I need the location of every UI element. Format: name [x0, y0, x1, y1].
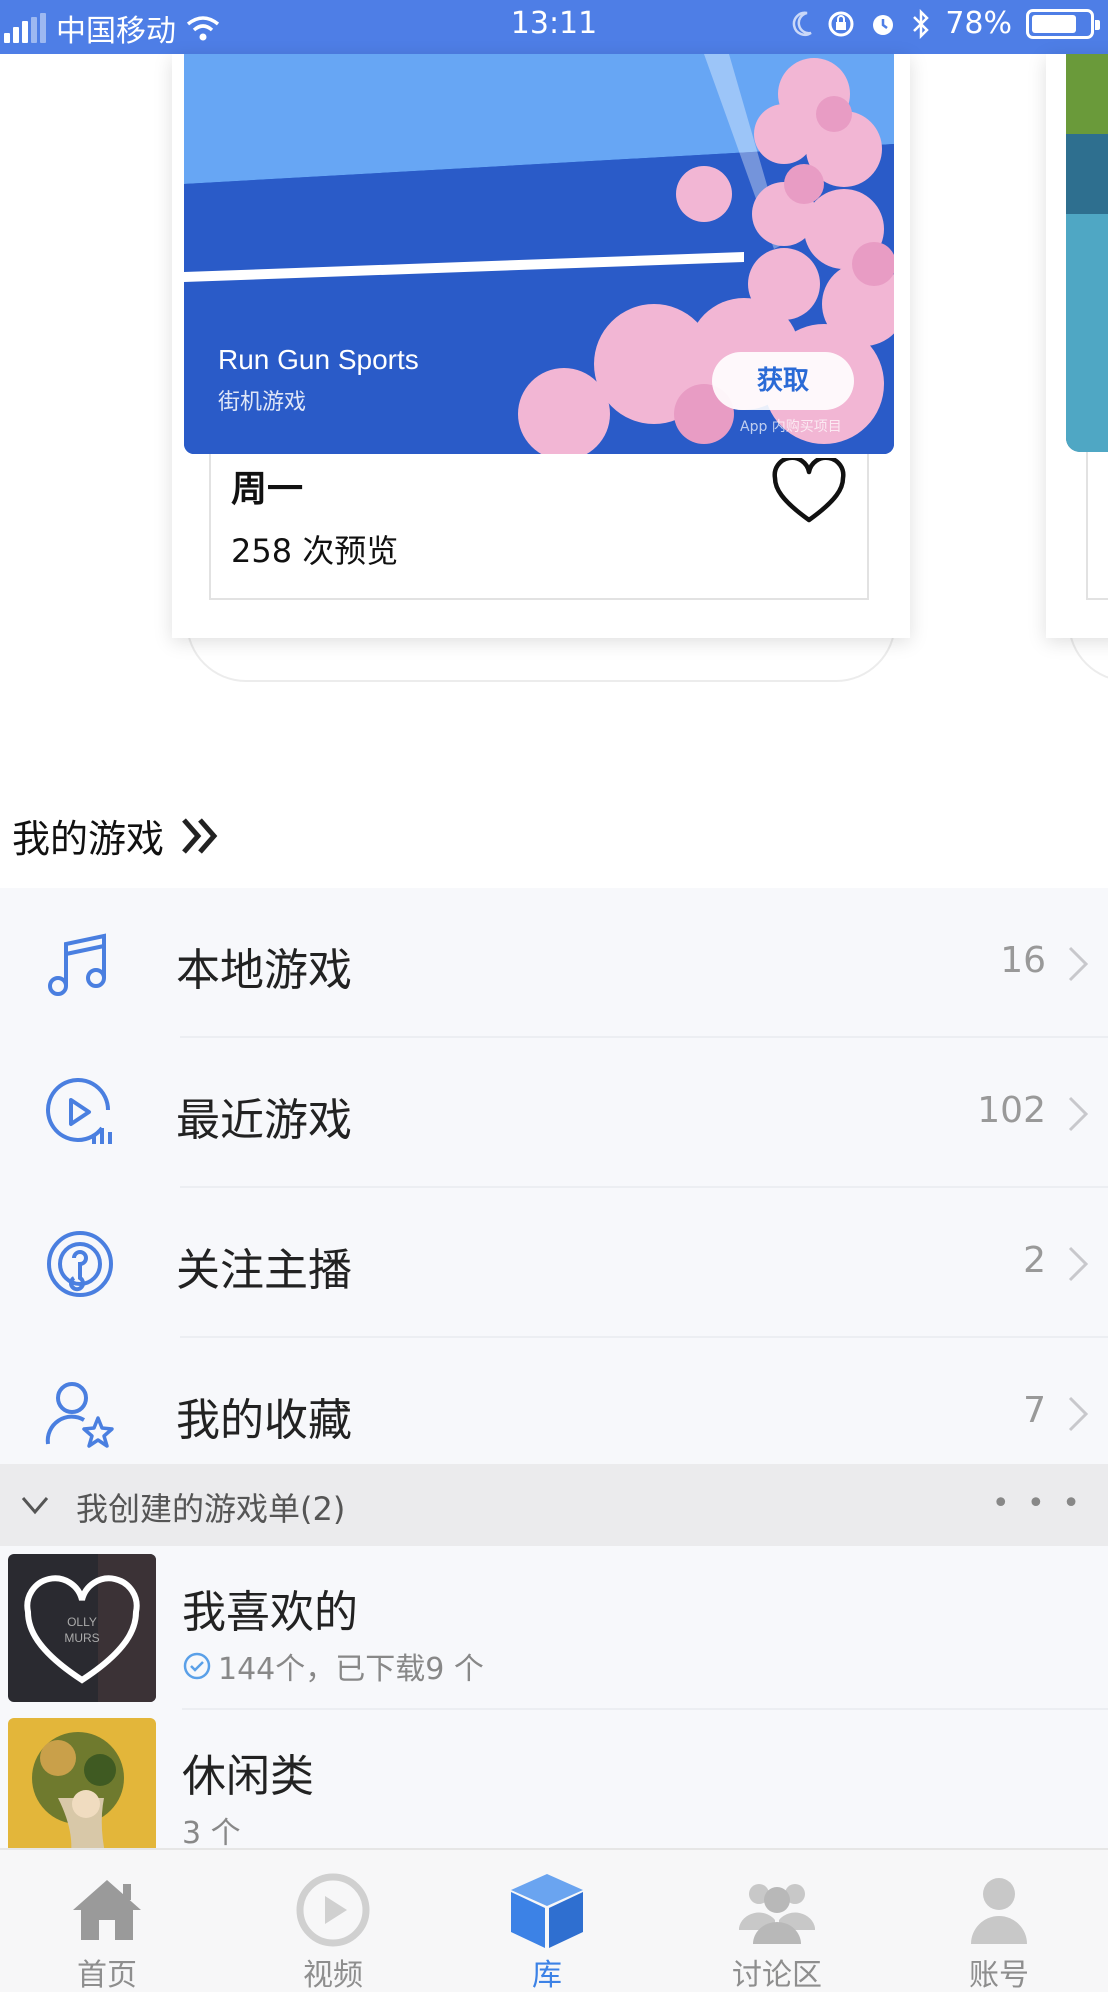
view-count: 258 次预览	[231, 532, 399, 570]
featured-banner[interactable]: Run Gun Sports 街机游戏 获取 App 内购买项目	[184, 54, 894, 454]
tab-label: 库	[532, 1958, 562, 1992]
double-chevron-right-icon	[182, 817, 218, 854]
my-games-menu: 本地游戏 16 最近游戏 102 关注主播 2 我的收藏 7	[0, 888, 1108, 1464]
playlist-cover: OLLY MURS	[8, 1554, 156, 1702]
check-circle-icon	[183, 1652, 211, 1680]
chevron-right-icon	[1068, 946, 1089, 982]
playlist-name: 休闲类	[182, 1751, 314, 1802]
menu-item-recent-games[interactable]: 最近游戏 102	[0, 1038, 1108, 1188]
playlist-meta: 144个，已下载9 个	[218, 1652, 484, 1687]
card-info: 周一 258 次预览	[209, 454, 869, 600]
heart-icon[interactable]	[771, 458, 847, 526]
play-icon	[296, 1873, 370, 1947]
menu-item-label: 关注主播	[176, 1245, 352, 1296]
menu-item-label: 本地游戏	[176, 945, 352, 996]
playlist-meta: 3 个	[182, 1816, 241, 1851]
more-options-button[interactable]: • • •	[992, 1486, 1084, 1521]
tab-account[interactable]: 账号	[924, 1850, 1074, 1992]
playlist-name: 我喜欢的	[182, 1587, 358, 1638]
created-playlists-title: 我创建的游戏单(2)	[76, 1490, 346, 1528]
day-label: 周一	[231, 469, 304, 510]
battery-icon	[1026, 8, 1100, 39]
tab-bar: 首页 视频 库 讨论区 账号	[0, 1848, 1108, 1992]
chevron-right-icon	[1068, 1096, 1089, 1132]
user-star-icon	[45, 1382, 114, 1448]
menu-item-count: 16	[1000, 940, 1046, 981]
my-games-header[interactable]: 我的游戏	[12, 808, 222, 863]
chevron-right-icon	[1068, 1396, 1089, 1432]
battery-percent: 78%	[945, 6, 1012, 41]
menu-item-label: 我的收藏	[176, 1395, 352, 1446]
chevron-right-icon	[1068, 1246, 1089, 1282]
menu-item-count: 102	[977, 1090, 1046, 1131]
menu-item-label: 最近游戏	[176, 1095, 352, 1146]
menu-item-followed-streamers[interactable]: 关注主播 2	[0, 1188, 1108, 1338]
tab-label: 首页	[77, 1958, 137, 1992]
play-circle-icon	[46, 1078, 112, 1144]
my-games-title: 我的游戏	[12, 817, 165, 861]
moon-icon	[793, 11, 812, 36]
created-playlists-header[interactable]: 我创建的游戏单(2) • • •	[0, 1464, 1108, 1546]
menu-item-count: 7	[1023, 1390, 1046, 1431]
group-icon	[739, 1884, 815, 1944]
tab-video[interactable]: 视频	[258, 1850, 408, 1992]
status-bar: 中国移动 13:11 78%	[0, 0, 1108, 54]
svg-text:MURS: MURS	[64, 1631, 99, 1645]
tab-label: 视频	[303, 1958, 363, 1992]
podcast-icon	[47, 1231, 113, 1297]
tab-home[interactable]: 首页	[32, 1850, 182, 1992]
menu-item-local-games[interactable]: 本地游戏 16	[0, 888, 1108, 1038]
get-button[interactable]: 获取	[712, 352, 854, 410]
person-icon	[971, 1878, 1027, 1944]
svg-text:OLLY: OLLY	[67, 1615, 97, 1629]
next-card-peek[interactable]	[1046, 54, 1108, 638]
cube-icon	[511, 1874, 583, 1948]
tab-label: 讨论区	[732, 1958, 822, 1992]
menu-item-count: 2	[1023, 1240, 1046, 1281]
tab-label: 账号	[969, 1958, 1029, 1992]
chevron-down-icon[interactable]	[20, 1492, 50, 1518]
next-card-artwork	[1066, 54, 1108, 452]
bluetooth-icon	[913, 8, 930, 39]
game-genre: 街机游戏	[218, 390, 307, 415]
featured-card[interactable]: Run Gun Sports 街机游戏 获取 App 内购买项目 周一 258 …	[172, 54, 910, 638]
next-card-info	[1086, 452, 1108, 600]
game-title: Run Gun Sports	[218, 344, 419, 375]
in-app-purchase-note: App 内购买项目	[740, 419, 842, 435]
home-icon	[73, 1880, 141, 1940]
playlist-cover	[8, 1718, 156, 1866]
rotation-lock-icon	[828, 11, 854, 36]
tab-library[interactable]: 库	[472, 1850, 622, 1992]
tab-forum[interactable]: 讨论区	[702, 1850, 852, 1992]
alarm-icon	[873, 14, 894, 35]
playlist-item[interactable]: OLLY MURS 我喜欢的 144个，已下载9 个	[0, 1546, 1108, 1710]
music-note-icon	[48, 933, 106, 996]
